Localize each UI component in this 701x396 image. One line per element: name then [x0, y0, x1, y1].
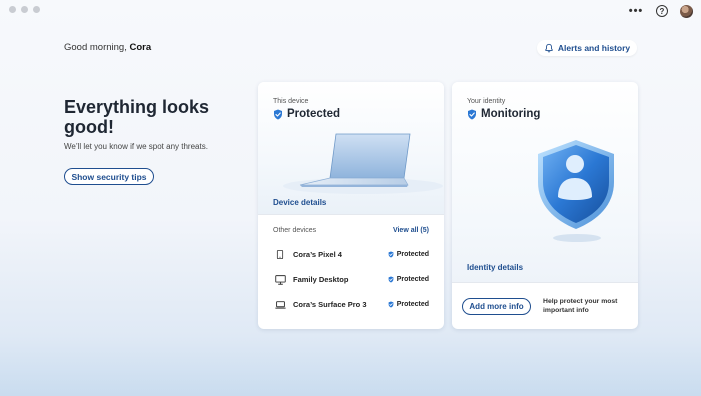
window-minimize-button[interactable]	[21, 6, 28, 13]
shield-check-icon	[388, 251, 394, 258]
device-status-text: Protected	[396, 276, 429, 283]
device-protected-status: Protected	[388, 276, 429, 283]
device-status-text: Protected	[396, 301, 429, 308]
help-circle-icon[interactable]: ?	[656, 5, 668, 17]
identity-help-text: Help protect your most important info	[543, 298, 618, 314]
other-devices-header: Other devices View all (5)	[258, 227, 444, 234]
avatar[interactable]	[680, 4, 693, 18]
device-name: Cora’s Surface Pro 3	[293, 300, 367, 309]
desktop-icon	[273, 274, 287, 286]
view-all-link[interactable]: View all (5)	[393, 227, 429, 234]
laptop-icon	[273, 299, 287, 311]
window-close-button[interactable]	[9, 6, 16, 13]
window-maximize-button[interactable]	[33, 6, 40, 13]
identity-card-hero: Your identity Monitoring Identity detail…	[452, 82, 638, 282]
more-horizontal-icon[interactable]: •••	[628, 3, 644, 19]
list-item[interactable]: Family Desktop Protected	[258, 267, 444, 292]
device-protected-status: Protected	[388, 301, 429, 308]
device-name: Family Desktop	[293, 275, 349, 284]
list-item[interactable]: Cora’s Pixel 4 Protected	[258, 242, 444, 267]
alerts-history-label: Alerts and history	[557, 43, 631, 53]
device-list: Cora’s Pixel 4 Protected Family Desktop …	[258, 242, 444, 317]
device-name: Cora’s Pixel 4	[293, 250, 342, 259]
device-status-text: Protected	[396, 251, 429, 258]
window-controls	[9, 6, 40, 13]
topbar-actions: ••• ?	[628, 3, 693, 19]
phone-icon	[273, 249, 287, 261]
identity-card: Your identity Monitoring Identity detail…	[452, 82, 638, 329]
identity-details-link[interactable]: Identity details	[467, 263, 523, 272]
greeting-prefix: Good morning,	[64, 42, 130, 53]
laptop-illustration	[283, 133, 443, 194]
identity-card-footer: Add more info Help protect your most imp…	[452, 283, 638, 329]
divider	[258, 214, 444, 215]
security-tips-button[interactable]: Show security tips	[64, 168, 154, 185]
greeting: Good morning, Cora	[64, 42, 151, 53]
device-card: This device Protected Device details Oth…	[258, 82, 444, 329]
identity-shield-illustration	[538, 140, 614, 242]
hero-subtext: We’ll let you know if we spot any threat…	[64, 142, 208, 151]
device-card-hero: This device Protected Device details	[258, 82, 444, 214]
other-devices-label: Other devices	[273, 227, 317, 234]
list-item[interactable]: Cora’s Surface Pro 3 Protected	[258, 292, 444, 317]
device-protected-status: Protected	[388, 251, 429, 258]
alerts-history-button[interactable]: Alerts and history	[537, 40, 637, 56]
page-title: Everything looks good!	[64, 97, 210, 137]
greeting-name: Cora	[129, 42, 152, 53]
add-more-info-button[interactable]: Add more info	[462, 298, 532, 315]
shield-check-icon	[388, 301, 394, 308]
bell-icon	[545, 43, 553, 53]
shield-check-icon	[388, 276, 394, 283]
device-details-link[interactable]: Device details	[273, 198, 326, 207]
